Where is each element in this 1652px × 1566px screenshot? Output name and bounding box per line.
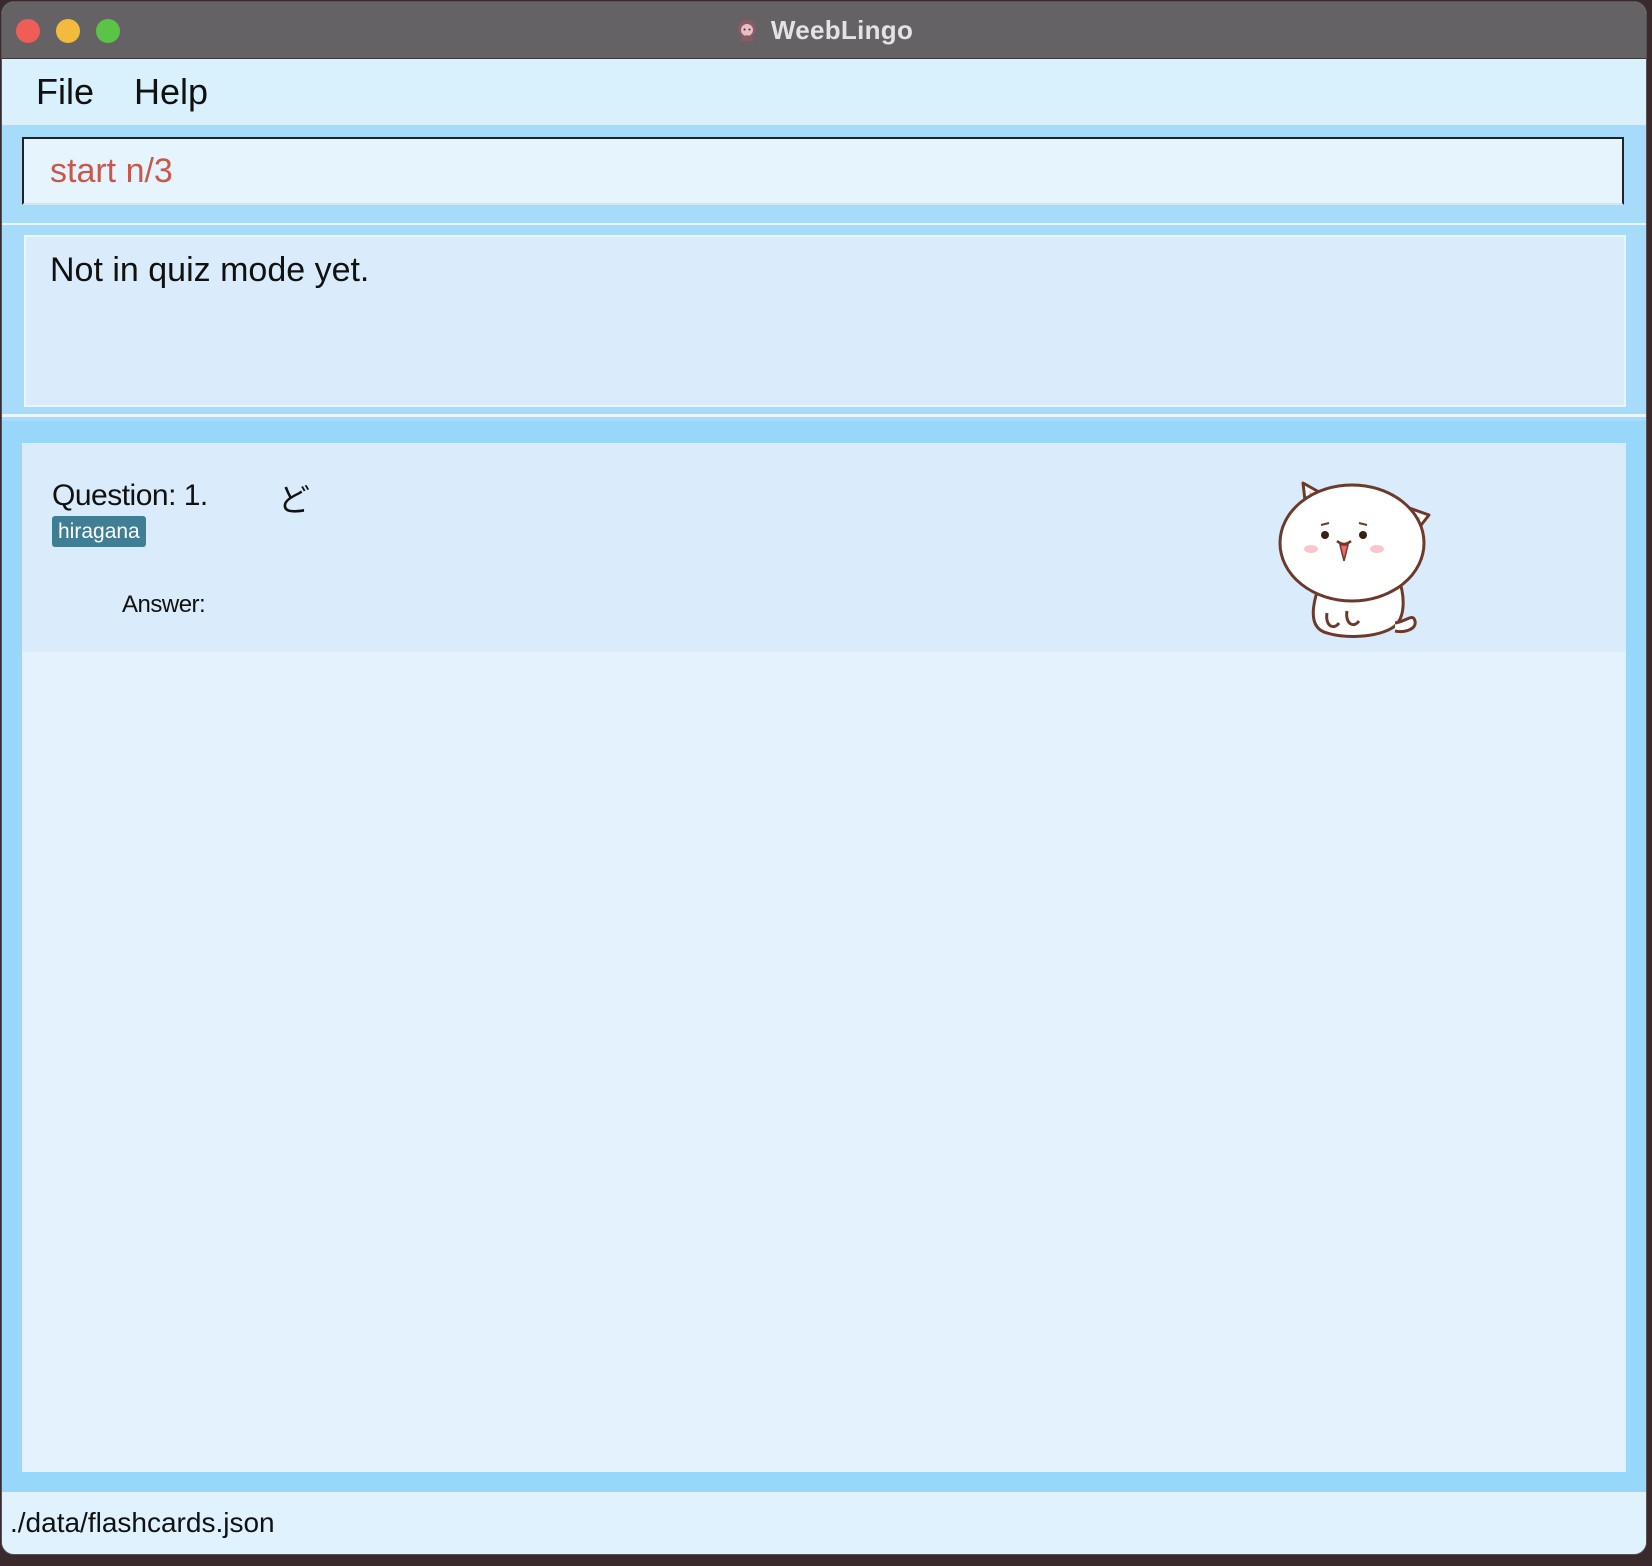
flashcard-list-area: Question: 1. ど hiragana Answer:	[2, 421, 1646, 1492]
result-area: Not in quiz mode yet.	[2, 223, 1646, 417]
answer-label: Answer:	[122, 591, 206, 618]
app-mascot-icon	[735, 18, 759, 42]
title-bar[interactable]: WeebLingo	[2, 2, 1646, 59]
flashcard-card[interactable]: Question: 1. ど hiragana Answer:	[22, 443, 1626, 652]
menu-file[interactable]: File	[36, 71, 94, 113]
result-display[interactable]: Not in quiz mode yet.	[24, 235, 1626, 407]
command-area: start n/3	[2, 125, 1646, 219]
menu-bar: File Help	[2, 59, 1646, 125]
status-bar: ./data/flashcards.json	[2, 1492, 1646, 1554]
tag-badge: hiragana	[52, 516, 146, 547]
cat-mascot-image	[1278, 481, 1431, 638]
result-message: Not in quiz mode yet.	[50, 251, 370, 289]
file-path-label: ./data/flashcards.json	[10, 1507, 275, 1538]
command-input-text: start n/3	[50, 151, 173, 190]
window-title: WeebLingo	[770, 14, 914, 45]
command-input[interactable]: start n/3	[22, 137, 1624, 205]
app-window: WeebLingo File Help start n/3 Not in qui…	[2, 2, 1646, 1554]
question-label: Question: 1.	[52, 479, 208, 512]
question-character: ど	[278, 482, 311, 518]
menu-help[interactable]: Help	[134, 71, 208, 113]
flashcard-list[interactable]: Question: 1. ど hiragana Answer:	[22, 443, 1626, 1472]
